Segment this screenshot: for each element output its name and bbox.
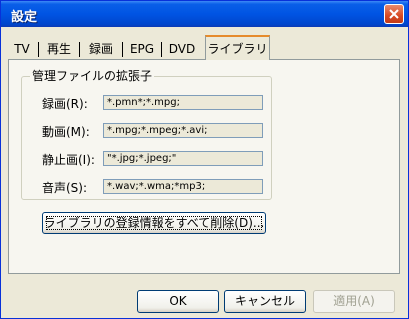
title-bar[interactable]: 設定: [1, 1, 408, 27]
recording-ext-label: 録画(R):: [42, 97, 88, 111]
ok-button[interactable]: OK: [137, 290, 219, 313]
image-ext-field[interactable]: "*.jpg;*.jpeg;": [103, 151, 263, 166]
delete-library-info-button[interactable]: ライブラリの登録情報をすべて削除(D)...: [42, 212, 266, 234]
close-icon: [389, 9, 399, 19]
video-ext-label: 動画(M):: [42, 125, 90, 139]
apply-button[interactable]: 適用(A): [313, 290, 395, 313]
tab-recording[interactable]: 録画: [83, 38, 119, 60]
close-button[interactable]: [384, 4, 404, 24]
audio-ext-label: 音声(S):: [42, 181, 88, 195]
window-title: 設定: [11, 10, 38, 25]
tab-separator: [122, 42, 123, 57]
tab-separator: [79, 42, 80, 57]
image-ext-label: 静止画(I):: [42, 153, 95, 167]
tab-epg[interactable]: EPG: [126, 38, 158, 60]
tab-separator: [161, 42, 162, 57]
video-ext-field[interactable]: *.mpg;*.mpeg;*.avi;: [103, 123, 263, 138]
extensions-group-label: 管理ファイルの拡張子: [30, 67, 155, 84]
focus-rectangle: [46, 216, 262, 230]
recording-ext-field[interactable]: *.pmn*;*.mpg;: [103, 95, 263, 110]
tab-library[interactable]: ライブラリ: [205, 35, 270, 60]
tab-tv[interactable]: TV: [8, 38, 36, 60]
tab-dvd[interactable]: DVD: [165, 38, 199, 60]
audio-ext-field[interactable]: *.wav;*.wma;*mp3;: [103, 179, 263, 194]
tab-separator: [38, 42, 39, 57]
cancel-button[interactable]: キャンセル: [224, 290, 306, 313]
tab-playback[interactable]: 再生: [42, 38, 76, 60]
